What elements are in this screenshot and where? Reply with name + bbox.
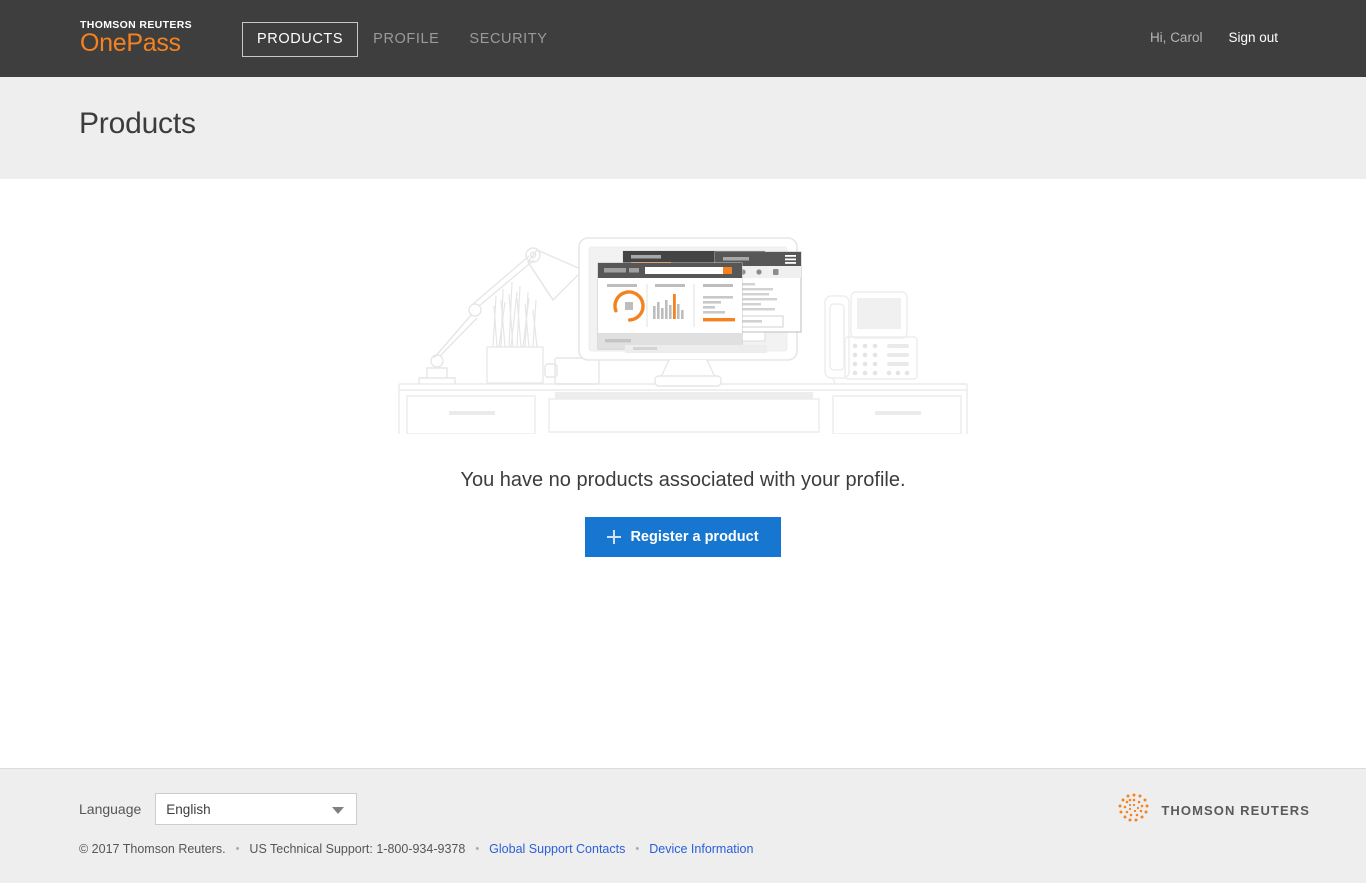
onepass-logo[interactable]: THOMSON REUTERS OnePass xyxy=(80,19,240,57)
plus-icon xyxy=(607,530,621,544)
thomson-reuters-logo: THOMSON REUTERS xyxy=(1117,791,1310,830)
language-select[interactable]: English xyxy=(155,793,357,825)
footer-links: © 2017 Thomson Reuters. • US Technical S… xyxy=(79,842,753,856)
site-header: THOMSON REUTERS OnePass PRODUCTS PROFILE… xyxy=(0,0,1366,77)
chevron-down-icon xyxy=(332,807,344,814)
separator-dot: • xyxy=(226,843,250,855)
empty-state-message: You have no products associated with you… xyxy=(0,469,1366,492)
sign-out-link[interactable]: Sign out xyxy=(1228,30,1278,45)
global-support-contacts-link[interactable]: Global Support Contacts xyxy=(489,842,625,856)
nav-item-profile[interactable]: PROFILE xyxy=(358,22,454,57)
page-title-band: Products xyxy=(0,77,1366,179)
logo-onepass-text: OnePass xyxy=(80,30,240,57)
language-label: Language xyxy=(79,801,141,817)
nav-item-products[interactable]: PRODUCTS xyxy=(242,22,358,57)
page-title: Products xyxy=(79,107,196,141)
language-selector-row: Language English xyxy=(79,793,357,825)
site-footer: Language English © 2017 Thomson Reuters.… xyxy=(0,768,1366,883)
register-button-container: Register a product xyxy=(0,517,1366,557)
register-product-button-label: Register a product xyxy=(630,529,758,545)
language-select-value: English xyxy=(166,802,210,817)
copyright-text: © 2017 Thomson Reuters. xyxy=(79,842,226,856)
thomson-reuters-wordmark: THOMSON REUTERS xyxy=(1161,803,1310,818)
support-phone-text: US Technical Support: 1-800-934-9378 xyxy=(249,842,465,856)
separator-dot: • xyxy=(625,843,649,855)
thomson-reuters-mark-icon xyxy=(1117,791,1151,830)
register-product-button[interactable]: Register a product xyxy=(585,517,780,557)
primary-navigation: PRODUCTS PROFILE SECURITY xyxy=(242,22,563,57)
nav-item-security[interactable]: SECURITY xyxy=(454,22,562,57)
header-user-area: Hi, Carol Sign out xyxy=(1150,30,1278,45)
user-greeting: Hi, Carol xyxy=(1150,30,1203,45)
device-information-link[interactable]: Device Information xyxy=(649,842,753,856)
desk-workspace-illustration xyxy=(393,234,973,434)
main-content: You have no products associated with you… xyxy=(0,179,1366,768)
separator-dot: • xyxy=(465,843,489,855)
